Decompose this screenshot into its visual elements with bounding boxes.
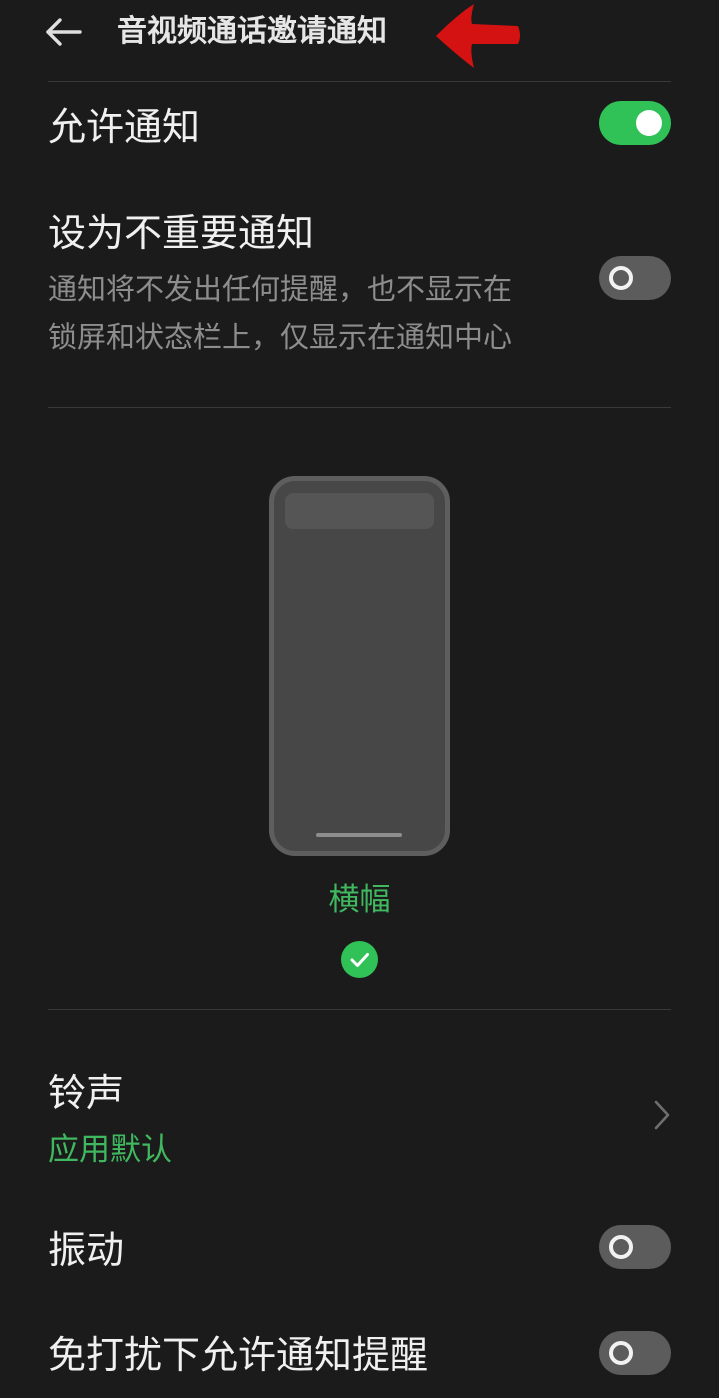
- top-bar: 音视频通话邀请通知: [0, 0, 719, 82]
- toggle-knob: [609, 266, 633, 290]
- dnd-allow-label: 免打扰下允许通知提醒: [48, 1333, 429, 1377]
- unimportant-notification-description: 通知将不发出任何提醒，也不显示在 锁屏和状态栏上，仅显示在通知中心: [48, 265, 568, 361]
- check-circle-icon: [341, 941, 378, 978]
- allow-notifications-toggle[interactable]: [599, 101, 671, 145]
- description-line: 通知将不发出任何提醒，也不显示在: [48, 272, 513, 306]
- dnd-allow-toggle[interactable]: [599, 1331, 671, 1375]
- description-line: 锁屏和状态栏上，仅显示在通知中心: [48, 320, 513, 354]
- banner-preview-bar: [285, 493, 434, 529]
- toggle-knob: [609, 1235, 633, 1259]
- unimportant-notification-label: 设为不重要通知: [48, 211, 315, 255]
- divider: [48, 407, 671, 408]
- divider: [48, 1009, 671, 1010]
- ringtone-label: 铃声: [48, 1071, 125, 1115]
- page-title: 音视频通话邀请通知: [117, 14, 387, 49]
- back-button[interactable]: [40, 12, 88, 52]
- ringtone-value: 应用默认: [48, 1132, 172, 1168]
- vibration-toggle[interactable]: [599, 1225, 671, 1269]
- toggle-knob: [609, 1341, 633, 1365]
- allow-notifications-label: 允许通知: [48, 105, 201, 149]
- banner-style-label: 横幅: [328, 882, 391, 918]
- back-arrow-icon: [46, 18, 82, 46]
- chevron-right-icon: [654, 1100, 670, 1130]
- red-arrow-annotation: [436, 4, 520, 68]
- divider: [48, 81, 671, 82]
- home-indicator: [316, 833, 402, 837]
- banner-style-preview[interactable]: [269, 476, 450, 856]
- toggle-knob: [636, 110, 662, 136]
- vibration-label: 振动: [48, 1228, 125, 1272]
- unimportant-notification-toggle[interactable]: [599, 256, 671, 300]
